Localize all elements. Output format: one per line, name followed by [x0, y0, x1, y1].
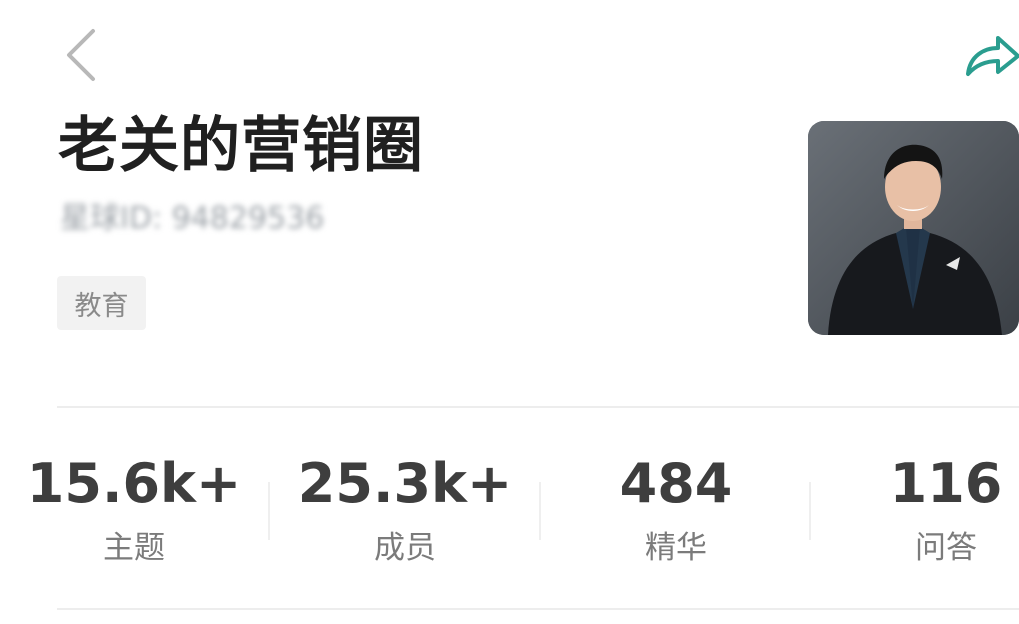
category-tag[interactable]: 教育 — [57, 276, 146, 330]
circle-title: 老关的营销圈 — [58, 111, 424, 181]
stat-members-label: 成员 — [374, 530, 436, 566]
back-chevron-icon — [67, 29, 95, 81]
top-divider — [57, 406, 1019, 408]
stat-separator — [809, 482, 811, 540]
bottom-divider — [57, 608, 1019, 610]
stat-members[interactable]: 25.3k+ 成员 — [295, 448, 515, 578]
stat-members-value: 25.3k+ — [297, 452, 513, 515]
stat-topics-label: 主题 — [103, 530, 165, 566]
circle-id: 星球ID: 94829536 — [60, 201, 325, 236]
share-button[interactable] — [960, 30, 1019, 82]
owner-avatar[interactable] — [808, 121, 1019, 335]
stat-qa[interactable]: 116 问答 — [836, 448, 1019, 578]
stat-essence-label: 精华 — [645, 530, 707, 566]
stat-separator — [539, 482, 541, 540]
stat-qa-label: 问答 — [915, 530, 977, 566]
stat-essence-value: 484 — [619, 452, 733, 515]
stat-topics[interactable]: 15.6k+ 主题 — [24, 448, 244, 578]
owner-avatar-photo — [808, 121, 1019, 335]
category-tag-label: 教育 — [74, 290, 129, 322]
stat-separator — [268, 482, 270, 540]
stats-bar: 15.6k+ 主题 25.3k+ 成员 484 精华 116 问答 — [0, 448, 1019, 578]
stat-essence[interactable]: 484 精华 — [566, 448, 786, 578]
share-arrow-icon — [966, 36, 1019, 76]
stat-qa-value: 116 — [889, 452, 1003, 515]
back-button[interactable] — [58, 26, 102, 84]
stat-topics-value: 15.6k+ — [26, 452, 242, 515]
